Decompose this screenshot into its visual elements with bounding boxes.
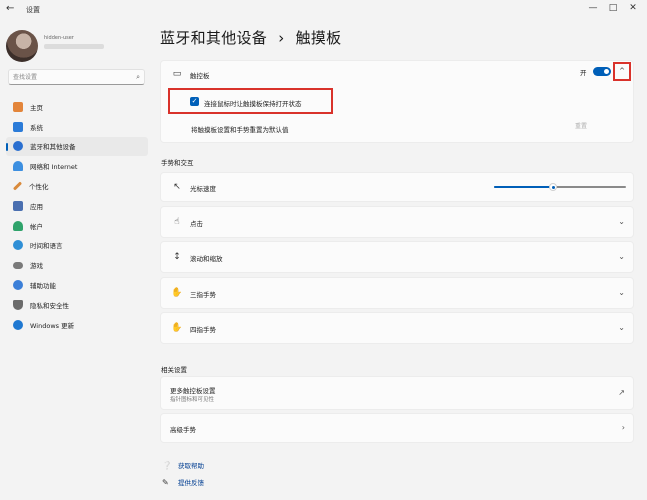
cursor-speed-slider[interactable] [494,183,626,191]
avatar [6,30,38,62]
feedback-link[interactable]: ✎ 提供反馈 [162,477,204,488]
chevron-down-icon: ⌄ [618,252,625,261]
sidebar-nav: 主页 系统 蓝牙和其他设备 网络和 Internet 个性化 应用 帐户 时间和… [6,97,148,335]
close-icon[interactable]: ✕ [626,3,640,13]
chevron-down-icon: ⌄ [618,288,625,297]
sidebar-item-label: 帐户 [30,222,43,231]
sidebar-item-system[interactable]: 系统 [6,117,148,137]
sidebar-item-home[interactable]: 主页 [6,97,148,117]
search-box[interactable]: ⌕ [8,69,145,85]
sidebar-item-gaming[interactable]: 游戏 [6,255,148,275]
brush-icon [12,181,23,191]
person-icon [13,220,23,231]
touchpad-icon: ▭ [172,69,182,79]
sidebar-item-label: 网络和 Internet [30,163,78,172]
external-link-icon: ↗ [618,388,625,397]
sidebar-item-windows-update[interactable]: Windows 更新 [6,315,148,335]
profile-email-blurred [44,44,104,49]
bluetooth-icon [13,141,23,152]
three-finger-icon: ✋ [171,288,183,298]
four-finger-icon: ✋ [171,323,183,333]
reset-button[interactable]: 重置 [567,120,595,134]
toggle-state-label: 开 [580,69,587,77]
page-title: 触摸板 [295,29,342,47]
window-title: 设置 [26,6,40,14]
advanced-gestures-label: 高级手势 [170,426,196,434]
search-input[interactable] [13,71,123,83]
touchpad-label: 触控板 [190,72,210,80]
sidebar-item-label: 辅助功能 [30,282,56,291]
reset-description: 将触摸板设置和手势重置为默认值 [191,126,289,134]
chevron-down-icon: ⌄ [618,217,625,226]
user-profile[interactable]: hidden-user [6,30,146,64]
cursor-speed-label: 光标速度 [190,185,216,193]
scroll-zoom-label: 滚动和缩放 [190,255,223,263]
tap-row[interactable]: ☝ 点击 ⌄ [160,206,634,238]
sidebar-item-label: 系统 [30,123,43,132]
globe-clock-icon [13,240,23,251]
wifi-icon [13,161,23,172]
section-related-title: 相关设置 [161,366,187,374]
sidebar-item-label: 应用 [30,202,43,211]
more-touchpad-settings-row[interactable]: 更多触控板设置 指针图标和可见性 ↗ [160,376,634,410]
four-finger-label: 四指手势 [190,326,216,334]
feedback-label[interactable]: 提供反馈 [178,477,204,487]
maximize-icon[interactable]: □ [606,3,620,13]
sidebar-item-apps[interactable]: 应用 [6,196,148,216]
sidebar-item-accessibility[interactable]: 辅助功能 [6,275,148,295]
minimize-icon[interactable]: — [586,3,600,13]
sidebar-item-bluetooth[interactable]: 蓝牙和其他设备 [6,136,148,157]
sidebar-item-privacy[interactable]: 隐私和安全性 [6,295,148,315]
get-help-label[interactable]: 获取帮助 [178,460,204,470]
shield-icon [13,299,23,310]
monitor-icon [13,121,23,132]
help-icon: ❔ [162,460,172,470]
three-finger-label: 三指手势 [190,291,216,299]
apps-icon [13,200,23,211]
collapse-chevron-icon[interactable]: ^ [613,62,631,81]
chevron-right-icon: › [621,423,625,432]
tap-label: 点击 [190,220,203,228]
sidebar-item-network[interactable]: 网络和 Internet [6,156,148,176]
sidebar-item-time-language[interactable]: 时间和语言 [6,236,148,256]
checkbox-label: 连接鼠标时让触摸板保持打开状态 [204,100,302,108]
gamepad-icon [13,261,23,269]
three-finger-row[interactable]: ✋ 三指手势 ⌄ [160,277,634,309]
more-settings-label: 更多触控板设置 [170,387,216,395]
tap-icon: ☝ [174,217,180,227]
sidebar-item-accounts[interactable]: 帐户 [6,216,148,236]
sidebar-item-personalization[interactable]: 个性化 [6,176,148,196]
sidebar-item-label: 个性化 [29,183,49,192]
search-icon[interactable]: ⌕ [136,73,140,82]
update-icon [13,319,23,330]
slider-fill [494,186,554,188]
sidebar-item-label: 时间和语言 [30,242,63,251]
sidebar-item-label: Windows 更新 [30,321,75,330]
feedback-icon: ✎ [162,477,169,487]
advanced-gestures-row[interactable]: 高级手势 › [160,413,634,443]
home-icon [13,101,23,112]
sidebar-item-label: 隐私和安全性 [30,301,69,310]
breadcrumb: 蓝牙和其他设备 › 触摸板 [160,27,341,48]
keep-touchpad-on-checkbox[interactable]: ✓ [190,97,199,106]
title-bar: ← 设置 — □ ✕ [0,0,647,22]
more-settings-sub: 指针图标和可见性 [170,397,215,403]
breadcrumb-separator: › [278,29,285,47]
section-gestures-title: 手势和交互 [161,159,194,167]
accessibility-icon [13,280,23,291]
sidebar-item-label: 蓝牙和其他设备 [30,143,76,152]
scroll-zoom-icon: ↕ [173,252,181,262]
cursor-arrow-icon: ↖ [173,182,181,192]
breadcrumb-parent[interactable]: 蓝牙和其他设备 [160,29,267,47]
touchpad-toggle[interactable] [593,67,611,76]
get-help-link[interactable]: ❔ 获取帮助 [162,460,204,471]
back-arrow-icon[interactable]: ← [6,3,14,14]
chevron-down-icon: ⌄ [618,323,625,332]
sidebar-item-label: 主页 [30,103,43,112]
profile-name: hidden-user [44,35,74,41]
sidebar-item-label: 游戏 [30,262,43,271]
four-finger-row[interactable]: ✋ 四指手势 ⌄ [160,312,634,344]
scroll-zoom-row[interactable]: ↕ 滚动和缩放 ⌄ [160,241,634,273]
